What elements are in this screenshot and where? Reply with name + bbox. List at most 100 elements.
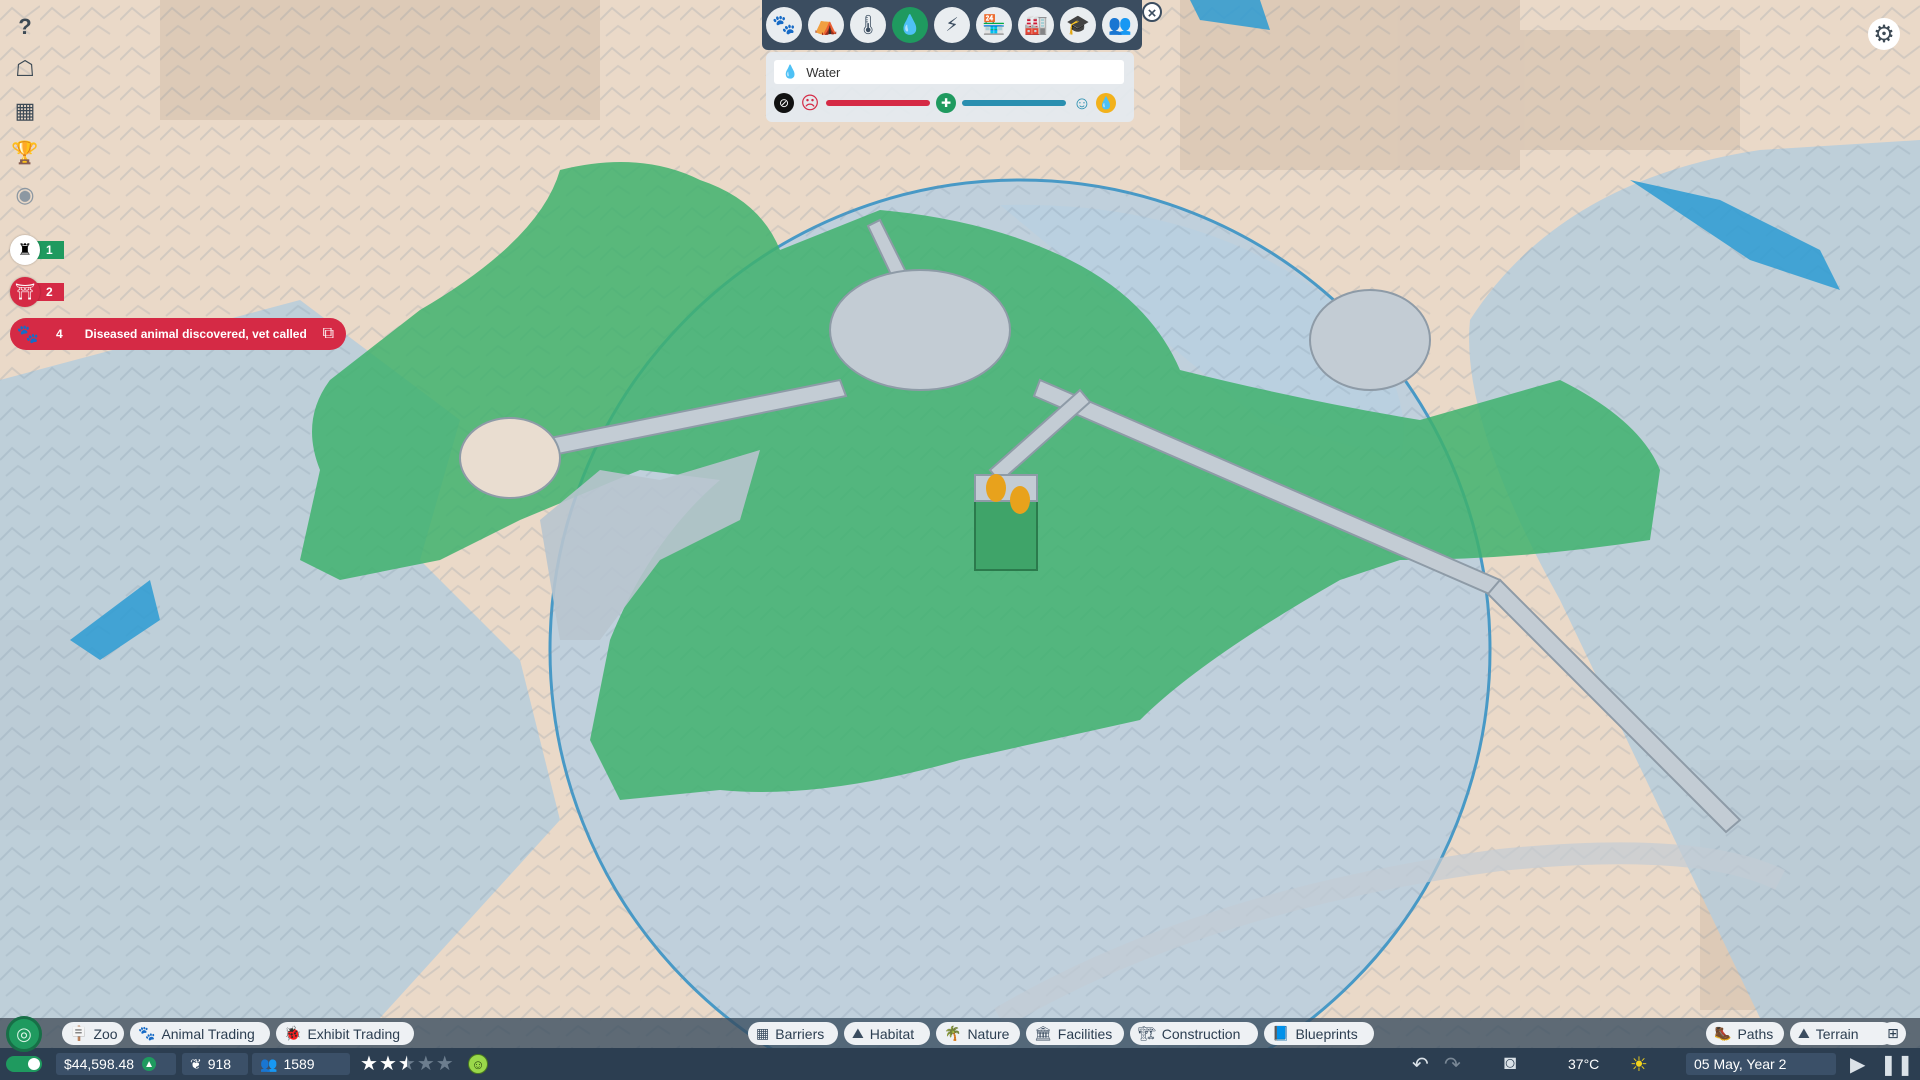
notification-count: 4 xyxy=(56,327,63,341)
rating-star-icon: ★ xyxy=(378,1053,397,1075)
notification-diseased-animal[interactable]: 🐾 4 Diseased animal discovered, vet call… xyxy=(10,318,346,350)
tab-barriers[interactable]: ▦ Barriers xyxy=(748,1022,838,1045)
bottom-tab-bar: 🪧 Zoo 🐾 Animal Trading 🐞 Exhibit Trading ▦ Bar… xyxy=(0,1018,1920,1048)
pause-icon[interactable]: ❚❚ xyxy=(1880,1052,1914,1077)
facility-icon[interactable]: 🏭 xyxy=(1018,7,1054,43)
water-source-icon: 💧 xyxy=(1096,93,1116,113)
external-link-icon[interactable]: ⧉ xyxy=(323,325,334,343)
education-icon[interactable]: 🎓 xyxy=(1060,7,1096,43)
calendar-icon[interactable]: ▦ xyxy=(8,94,42,128)
neutral-icon: ✚ xyxy=(936,93,956,113)
tab-label: Blueprints xyxy=(1295,1025,1358,1042)
fence-icon: ▦ xyxy=(756,1025,770,1041)
heatmap-title: Water xyxy=(806,64,841,80)
tab-nature[interactable]: 🌴 Nature xyxy=(936,1022,1020,1045)
tab-label: Nature xyxy=(967,1025,1010,1042)
pause-toggle[interactable] xyxy=(6,1056,42,1072)
tab-label: Animal Trading xyxy=(161,1025,255,1042)
conservation-credits[interactable]: ❦ 918 xyxy=(182,1053,248,1075)
tab-exhibit-trading[interactable]: 🐞 Exhibit Trading xyxy=(276,1022,414,1045)
tab-zoo[interactable]: 🪧 Zoo xyxy=(62,1022,124,1045)
sun-weather-icon: ☀ xyxy=(1630,1054,1648,1076)
blueprint-icon: 📘 xyxy=(1272,1025,1290,1041)
shop-icon[interactable]: 🏪 xyxy=(976,7,1012,43)
habitat-icon: ⛰ xyxy=(852,1025,864,1041)
trophy-animal-icon: ♜ xyxy=(10,235,40,265)
palm-tree-icon: 🌴 xyxy=(944,1025,962,1041)
leaf-icon: ❦ xyxy=(190,1055,202,1072)
zoo-rating-stars[interactable]: ★ ★ ★ ★ ★ xyxy=(360,1053,455,1075)
guests-icon: 👥 xyxy=(260,1055,278,1072)
alert-habitat-gate[interactable]: ⛩ 2 xyxy=(10,277,64,307)
date-display: 05 May, Year 2 xyxy=(1686,1053,1836,1075)
building-icon: 🏛 xyxy=(1034,1025,1052,1041)
no-water-icon: ⊘ xyxy=(774,93,794,113)
tab-paths[interactable]: 🥾 Paths xyxy=(1706,1022,1784,1045)
legend-high-bar xyxy=(962,100,1066,106)
guest-happiness-icon[interactable]: ☺ xyxy=(468,1054,488,1074)
happy-face-icon: ☺ xyxy=(1072,92,1092,113)
play-speed-icon[interactable]: ▶ xyxy=(1850,1052,1865,1077)
heatmap-selector: 🐾 ⛺ 🌡 💧 ⚡ 🏪 🏭 🎓 👥 xyxy=(762,0,1142,50)
zoopedia-icon[interactable]: ☖ xyxy=(8,52,42,86)
paw-icon: 🐾 xyxy=(16,323,40,344)
alert-count-badge: 1 xyxy=(36,241,64,259)
tab-blueprints[interactable]: 📘 Blueprints xyxy=(1264,1022,1374,1045)
paw-icon: 🐾 xyxy=(138,1025,156,1041)
zoo-sign-icon: 🪧 xyxy=(70,1025,88,1041)
guest-bench-icon[interactable]: ⛺ xyxy=(808,7,844,43)
tab-label: Facilities xyxy=(1057,1025,1113,1042)
undo-icon[interactable]: ↶ xyxy=(1412,1052,1429,1077)
trophy-icon[interactable]: 🏆 xyxy=(8,136,42,170)
staff-group-icon[interactable]: 👥 xyxy=(1102,7,1138,43)
tab-label: Barriers xyxy=(775,1025,825,1042)
tab-label: Zoo xyxy=(93,1025,118,1042)
mountain-icon: ⛰ xyxy=(1798,1025,1810,1041)
rating-star-icon: ★ xyxy=(397,1053,416,1075)
expand-menu-icon[interactable]: ⊞ xyxy=(1880,1022,1906,1045)
tab-facilities[interactable]: 🏛 Facilities xyxy=(1026,1022,1124,1045)
tab-label: Construction xyxy=(1161,1025,1241,1042)
tab-label: Exhibit Trading xyxy=(307,1025,401,1042)
visibility-eye-icon[interactable]: ◉ xyxy=(8,178,42,212)
heatmap-legend: ⊘ ☹ ✚ ☺ 💧 xyxy=(774,92,1124,114)
tab-habitat[interactable]: ⛰ Habitat xyxy=(844,1022,930,1045)
zoo-world-view[interactable] xyxy=(0,0,1920,1080)
conservation-value: 918 xyxy=(207,1056,232,1072)
settings-gear-icon[interactable]: ⚙ xyxy=(1868,18,1900,50)
zoo-overview-orb-icon[interactable]: ◎ xyxy=(6,1016,42,1052)
tab-animal-trading[interactable]: 🐾 Animal Trading xyxy=(130,1022,270,1045)
power-bolt-icon[interactable]: ⚡ xyxy=(934,7,970,43)
temperature-icon[interactable]: 🌡 xyxy=(850,7,886,43)
tab-label: Habitat xyxy=(869,1025,915,1042)
close-icon[interactable]: × xyxy=(1142,2,1162,22)
alert-count-badge: 2 xyxy=(36,283,64,301)
water-drop-icon: 💧 xyxy=(782,64,799,79)
animal-paw-icon[interactable]: 🐾 xyxy=(766,7,802,43)
money-display[interactable]: $44,598.48 ▲ xyxy=(56,1053,176,1075)
camera-icon[interactable]: ◙ xyxy=(1504,1052,1516,1075)
redo-icon[interactable]: ↷ xyxy=(1444,1052,1461,1077)
tab-terrain[interactable]: ⛰ Terrain xyxy=(1790,1022,1894,1045)
heatmap-legend-panel: 💧 Water ⊘ ☹ ✚ ☺ 💧 xyxy=(766,52,1134,122)
tab-construction[interactable]: 🏗 Construction xyxy=(1130,1022,1258,1045)
left-toolbar: ? ☖ ▦ 🏆 ◉ xyxy=(8,10,44,220)
temperature-value: 37°C xyxy=(1568,1056,1600,1072)
sad-face-icon: ☹ xyxy=(800,92,820,113)
bug-icon: 🐞 xyxy=(284,1025,302,1041)
water-drop-icon[interactable]: 💧 xyxy=(892,7,928,43)
heatmap-title-box: 💧 Water xyxy=(774,60,1124,84)
crane-icon: 🏗 xyxy=(1138,1025,1156,1041)
tab-label: Terrain xyxy=(1815,1025,1859,1042)
alert-animal-trophy[interactable]: ♜ 1 xyxy=(10,235,64,265)
legend-low-bar xyxy=(826,100,930,106)
guest-value: 1589 xyxy=(283,1056,315,1072)
notification-message: Diseased animal discovered, vet called xyxy=(84,327,307,341)
guest-count[interactable]: 👥 1589 xyxy=(252,1053,350,1075)
help-icon[interactable]: ? xyxy=(8,10,42,44)
rating-star-icon: ★ xyxy=(416,1053,435,1075)
rating-star-icon: ★ xyxy=(435,1053,454,1075)
rating-star-icon: ★ xyxy=(360,1053,378,1075)
trend-up-icon: ▲ xyxy=(142,1057,157,1071)
habitat-gate-icon: ⛩ xyxy=(10,277,40,307)
